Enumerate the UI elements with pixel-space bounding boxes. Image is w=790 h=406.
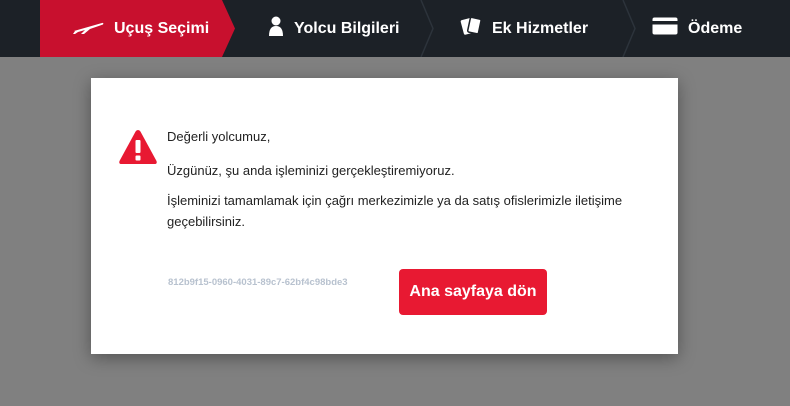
credit-card-icon	[652, 17, 678, 40]
step-passenger-info[interactable]: Yolcu Bilgileri	[268, 0, 400, 57]
step-flight-selection[interactable]: Uçuş Seçimi	[72, 0, 209, 57]
cards-icon	[460, 15, 482, 42]
greeting-text: Değerli yolcumuz,	[167, 129, 271, 144]
return-home-button[interactable]: Ana sayfaya dön	[399, 269, 547, 315]
instruction-text: İşleminizi tamamlamak için çağrı merkezi…	[167, 193, 623, 229]
step-label: Yolcu Bilgileri	[294, 19, 400, 37]
step-separator	[420, 0, 434, 57]
step-label: Ek Hizmetler	[492, 19, 589, 37]
step-separator	[622, 0, 636, 57]
warning-triangle-icon	[118, 128, 158, 166]
error-dialog: Değerli yolcumuz, Üzgünüz, şu anda işlem…	[91, 78, 678, 354]
step-label: Uçuş Seçimi	[114, 19, 210, 37]
booking-stepper: Uçuş Seçimi Yolcu Bilgileri Ek Hizmetler	[0, 0, 790, 57]
error-reference-id: 812b9f15-0960-4031-89c7-62bf4c98bde3	[168, 277, 348, 288]
apology-text: Üzgünüz, şu anda işleminizi gerçekleştir…	[167, 163, 455, 178]
step-payment[interactable]: Ödeme	[652, 0, 742, 57]
step-label: Ödeme	[688, 19, 743, 37]
step-extra-services[interactable]: Ek Hizmetler	[460, 0, 588, 57]
person-icon	[268, 16, 284, 41]
plane-icon	[72, 17, 104, 40]
